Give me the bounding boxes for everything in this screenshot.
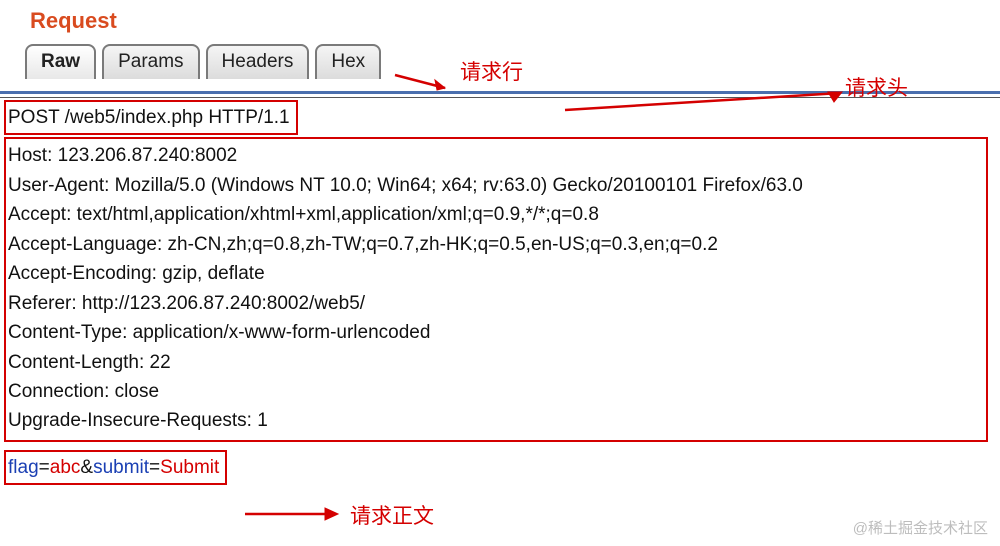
param-key: submit [93,457,149,478]
header-line: Content-Type: application/x-www-form-url… [8,318,980,347]
annotation-request-body: 请求正文 [350,500,434,530]
watermark: @稀土掘金技术社区 [853,517,988,538]
header-line: Accept-Language: zh-CN,zh;q=0.8,zh-TW;q=… [8,230,980,259]
tab-params[interactable]: Params [102,44,199,79]
header-line: Accept: text/html,application/xhtml+xml,… [8,200,980,229]
equals-sign: = [39,457,50,478]
arrow-icon [390,70,460,100]
raw-content: POST /web5/index.php HTTP/1.1 Host: 123.… [4,100,996,485]
annotation-request-line: 请求行 [460,56,523,86]
header-line: Connection: close [8,377,980,406]
tab-hex[interactable]: Hex [315,44,381,79]
header-line: Host: 123.206.87.240:8002 [8,141,980,170]
header-line: Referer: http://123.206.87.240:8002/web5… [8,289,980,318]
arrow-icon [240,503,350,525]
header-line: Accept-Encoding: gzip, deflate [8,259,980,288]
header-line: Upgrade-Insecure-Requests: 1 [8,406,980,435]
http-request-line: POST /web5/index.php HTTP/1.1 [4,100,298,135]
header-line: User-Agent: Mozilla/5.0 (Windows NT 10.0… [8,171,980,200]
param-value: abc [50,457,81,478]
ampersand: & [80,457,93,478]
http-body: flag=abc&submit=Submit [4,450,227,485]
annotation-request-headers: 请求头 [845,72,908,102]
header-line: Content-Length: 22 [8,348,980,377]
param-value: Submit [160,457,219,478]
tab-headers[interactable]: Headers [206,44,310,79]
arrow-icon [560,90,860,120]
panel-title: Request [0,0,1000,44]
equals-sign: = [149,457,160,478]
tab-raw[interactable]: Raw [25,44,96,79]
param-key: flag [8,457,39,478]
http-headers-block: Host: 123.206.87.240:8002 User-Agent: Mo… [4,137,988,441]
